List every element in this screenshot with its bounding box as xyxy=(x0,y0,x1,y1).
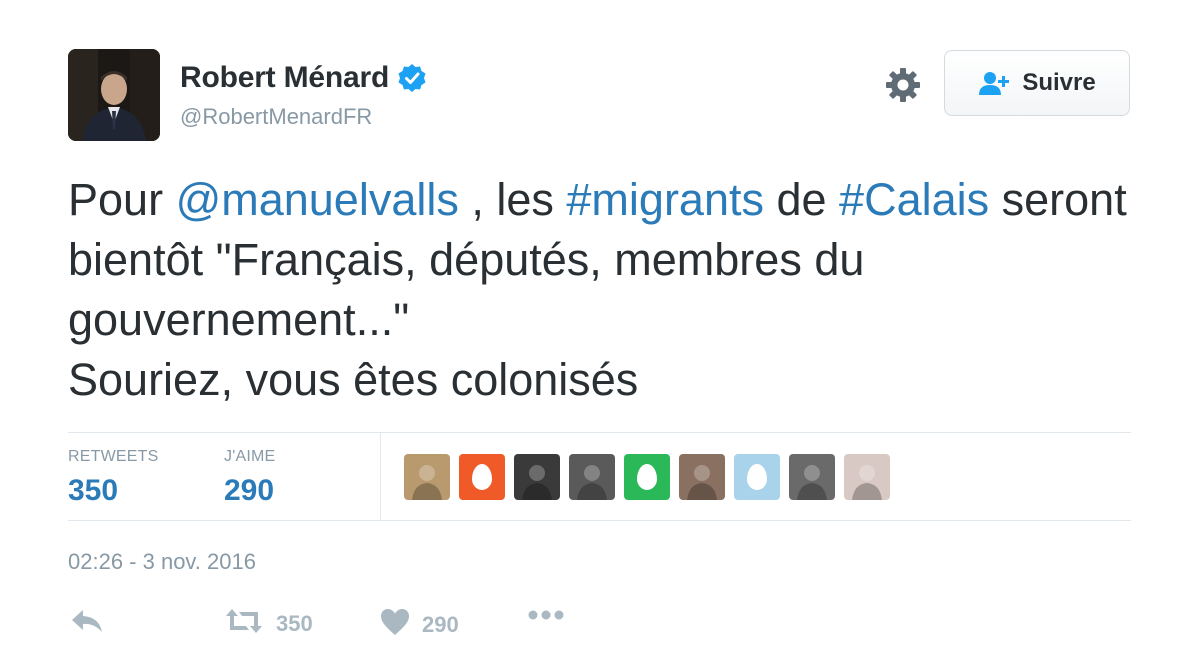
liker-avatar[interactable] xyxy=(404,454,450,500)
like-count: 290 xyxy=(422,611,459,637)
likes-label: J'AIME xyxy=(224,448,276,465)
stats-divider xyxy=(380,433,381,520)
liker-avatar[interactable] xyxy=(514,454,560,500)
tweet-timestamp[interactable]: 02:26 - 3 nov. 2016 xyxy=(68,549,256,575)
display-name-text: Robert Ménard xyxy=(180,61,390,94)
follow-button-label: Suivre xyxy=(1022,69,1096,96)
verified-badge-icon xyxy=(397,63,427,93)
like-button[interactable]: 290 xyxy=(380,608,459,641)
liker-avatar[interactable] xyxy=(789,454,835,500)
egg-icon xyxy=(747,464,767,490)
avatar-photo-icon xyxy=(412,465,442,500)
likers-list xyxy=(404,454,899,500)
divider xyxy=(68,520,1131,521)
avatar-photo-icon xyxy=(522,465,552,500)
retweet-icon xyxy=(224,608,264,639)
add-user-icon xyxy=(978,70,1012,96)
more-button[interactable] xyxy=(528,608,564,626)
divider xyxy=(68,432,1131,433)
tweet-text-segment: , les xyxy=(458,174,567,225)
reply-button[interactable] xyxy=(70,608,104,639)
hashtag-link-calais[interactable]: #Calais xyxy=(839,174,989,225)
tweet-text: Pour @manuelvalls , les #migrants de #Ca… xyxy=(68,170,1168,410)
tweet-text-segment: de xyxy=(763,174,840,225)
reply-icon xyxy=(70,608,104,639)
liker-avatar[interactable] xyxy=(569,454,615,500)
gear-icon[interactable] xyxy=(884,66,922,104)
retweet-count: 350 xyxy=(276,610,313,636)
liker-avatar[interactable] xyxy=(459,454,505,500)
likes-count[interactable]: 290 xyxy=(224,474,274,508)
liker-avatar[interactable] xyxy=(734,454,780,500)
profile-photo-icon xyxy=(68,49,160,141)
tweet-text-segment: Souriez, vous êtes colonisés xyxy=(68,354,639,405)
mention-link[interactable]: @manuelvalls xyxy=(176,174,459,225)
heart-icon xyxy=(380,608,410,641)
liker-avatar[interactable] xyxy=(844,454,890,500)
retweets-count[interactable]: 350 xyxy=(68,474,118,508)
avatar-photo-icon xyxy=(687,465,717,500)
liker-avatar[interactable] xyxy=(679,454,725,500)
egg-icon xyxy=(637,464,657,490)
tweet-card: Robert Ménard @RobertMenardFR Suivre Pou… xyxy=(0,0,1200,651)
liker-avatar[interactable] xyxy=(624,454,670,500)
tweet-text-segment: Pour xyxy=(68,174,176,225)
hashtag-link-migrants[interactable]: #migrants xyxy=(566,174,764,225)
egg-icon xyxy=(472,464,492,490)
display-name[interactable]: Robert Ménard xyxy=(180,61,427,95)
avatar-photo-icon xyxy=(577,465,607,500)
avatar[interactable] xyxy=(68,49,160,141)
retweet-button[interactable]: 350 xyxy=(224,608,313,639)
retweets-label: RETWEETS xyxy=(68,448,159,465)
more-icon xyxy=(528,608,564,626)
follow-button[interactable]: Suivre xyxy=(944,50,1130,116)
avatar-photo-icon xyxy=(797,465,827,500)
avatar-photo-icon xyxy=(852,465,882,500)
user-handle[interactable]: @RobertMenardFR xyxy=(180,104,372,130)
